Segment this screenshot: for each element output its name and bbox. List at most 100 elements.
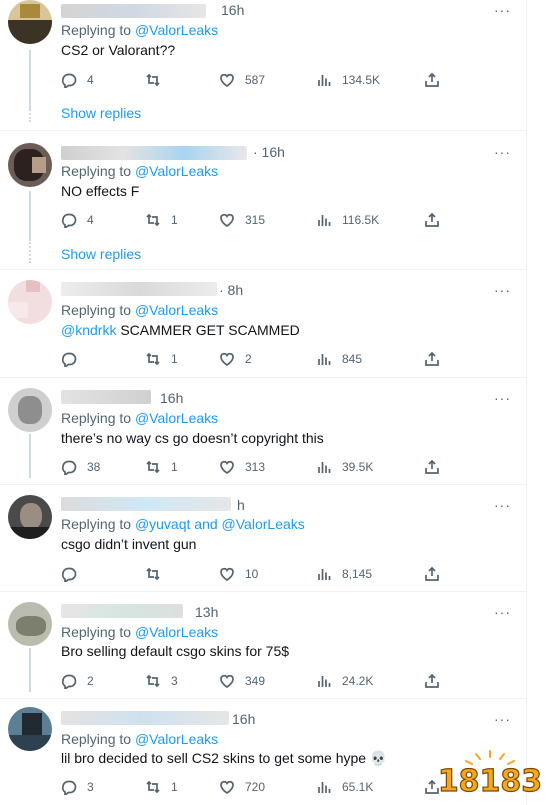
- tweet[interactable]: 16h ··· Replying to @ValorLeaks there’s …: [0, 378, 527, 485]
- retweet-button[interactable]: [145, 70, 161, 90]
- author-name[interactable]: [61, 497, 231, 511]
- tweet[interactable]: · 8h ··· Replying to @ValorLeaks @kndrkk…: [0, 270, 527, 378]
- avatar[interactable]: [8, 0, 52, 44]
- retweet-icon: [146, 460, 160, 474]
- more-icon[interactable]: ···: [494, 497, 511, 513]
- avatar[interactable]: [8, 602, 52, 646]
- views-button[interactable]: 845: [316, 349, 362, 369]
- timestamp[interactable]: · 16h: [253, 144, 285, 160]
- share-button[interactable]: [424, 457, 440, 477]
- views-icon: [318, 676, 331, 687]
- like-icon: [220, 73, 234, 87]
- more-icon[interactable]: ···: [494, 144, 511, 160]
- like-button[interactable]: 720: [219, 777, 265, 797]
- mention-link[interactable]: @ValorLeaks: [135, 410, 218, 426]
- reply-button[interactable]: 2: [61, 671, 94, 691]
- retweet-button[interactable]: 1: [145, 777, 178, 797]
- avatar[interactable]: [8, 280, 52, 324]
- share-button[interactable]: [424, 671, 440, 691]
- reply-icon: [61, 73, 77, 88]
- reply-icon: [61, 567, 77, 582]
- retweet-button[interactable]: 1: [145, 349, 178, 369]
- share-button[interactable]: [424, 349, 440, 369]
- views-button[interactable]: 39.5K: [316, 457, 373, 477]
- reply-button[interactable]: 3: [61, 777, 94, 797]
- retweet-button[interactable]: 1: [145, 210, 178, 230]
- tweet-text: there’s no way cs go doesn’t copyright t…: [61, 430, 324, 446]
- like-button[interactable]: 10: [219, 564, 258, 584]
- more-icon[interactable]: ···: [494, 604, 511, 620]
- show-replies-link[interactable]: Show replies: [61, 246, 141, 262]
- views-count: 116.5K: [342, 213, 380, 227]
- views-button[interactable]: 8,145: [316, 564, 372, 584]
- views-count: 24.2K: [342, 674, 374, 688]
- reply-button[interactable]: 38: [61, 457, 100, 477]
- retweet-button[interactable]: 3: [145, 671, 178, 691]
- retweet-icon: [146, 780, 160, 794]
- mention-link[interactable]: @kndrkk: [61, 322, 116, 338]
- retweet-icon: [146, 352, 160, 366]
- more-icon[interactable]: ···: [494, 711, 511, 727]
- views-button[interactable]: 116.5K: [316, 210, 379, 230]
- timestamp[interactable]: 13h: [195, 604, 218, 620]
- reply-button[interactable]: 4: [61, 70, 94, 90]
- reply-button[interactable]: [61, 564, 77, 584]
- views-button[interactable]: 65.1K: [316, 777, 373, 797]
- action-bar: 4 587 134.5K: [61, 70, 461, 90]
- retweet-icon: [146, 567, 160, 581]
- views-count: 845: [342, 352, 363, 366]
- avatar[interactable]: [8, 388, 52, 432]
- timestamp[interactable]: 16h: [232, 711, 255, 727]
- more-icon[interactable]: ···: [494, 2, 511, 18]
- timestamp[interactable]: 16h: [160, 390, 183, 406]
- author-name[interactable]: [61, 711, 229, 725]
- share-button[interactable]: [424, 70, 440, 90]
- show-replies-link[interactable]: Show replies: [61, 105, 141, 121]
- action-bar: 10 8,145: [61, 564, 461, 584]
- like-button[interactable]: 2: [219, 349, 252, 369]
- mention-link[interactable]: @ValorLeaks: [135, 302, 218, 318]
- action-bar: 3 1 720 65.1K: [61, 777, 461, 797]
- author-name[interactable]: [61, 390, 151, 404]
- like-button[interactable]: 349: [219, 671, 265, 691]
- mention-link[interactable]: @ValorLeaks: [222, 516, 305, 532]
- more-icon[interactable]: ···: [494, 390, 511, 406]
- thread-dots: [29, 98, 31, 122]
- views-button[interactable]: 134.5K: [316, 70, 380, 90]
- author-name[interactable]: [61, 282, 217, 296]
- like-button[interactable]: 313: [219, 457, 265, 477]
- mention-link[interactable]: @ValorLeaks: [135, 22, 218, 38]
- share-button[interactable]: [424, 210, 440, 230]
- views-button[interactable]: 24.2K: [316, 671, 373, 691]
- tweet[interactable]: h ··· Replying to @yuvaqt and @ValorLeak…: [0, 485, 527, 592]
- retweet-button[interactable]: 1: [145, 457, 178, 477]
- tweet-text: Bro selling default csgo skins for 75$: [61, 643, 290, 659]
- mention-link[interactable]: @ValorLeaks: [135, 624, 218, 640]
- author-name[interactable]: [61, 604, 183, 618]
- like-button[interactable]: 315: [219, 210, 265, 230]
- avatar[interactable]: [8, 143, 52, 187]
- mention-link[interactable]: @ValorLeaks: [135, 731, 218, 747]
- retweet-icon: [146, 213, 160, 227]
- tweet-text: NO effects F: [61, 183, 140, 199]
- avatar[interactable]: [8, 707, 52, 751]
- reply-button[interactable]: 4: [61, 210, 94, 230]
- like-button[interactable]: 587: [219, 70, 265, 90]
- tweet[interactable]: 16h ··· Replying to @ValorLeaks CS2 or V…: [0, 0, 527, 131]
- share-button[interactable]: [424, 564, 440, 584]
- author-name[interactable]: [61, 4, 206, 18]
- tweet[interactable]: 13h ··· Replying to @ValorLeaks Bro sell…: [0, 592, 527, 699]
- mention-link[interactable]: @ValorLeaks: [135, 163, 218, 179]
- replying-to: Replying to @ValorLeaks: [61, 410, 219, 426]
- more-icon[interactable]: ···: [494, 282, 511, 298]
- avatar[interactable]: [8, 495, 52, 539]
- retweet-icon: [146, 674, 160, 688]
- timestamp[interactable]: · 8h: [219, 282, 243, 298]
- timestamp[interactable]: 16h: [221, 2, 244, 18]
- tweet[interactable]: · 16h ··· Replying to @ValorLeaks NO eff…: [0, 131, 527, 270]
- retweet-button[interactable]: [145, 564, 161, 584]
- reply-button[interactable]: [61, 349, 77, 369]
- mention-link[interactable]: @yuvaqt: [135, 516, 190, 532]
- timestamp[interactable]: h: [237, 497, 245, 513]
- author-name[interactable]: [61, 146, 247, 160]
